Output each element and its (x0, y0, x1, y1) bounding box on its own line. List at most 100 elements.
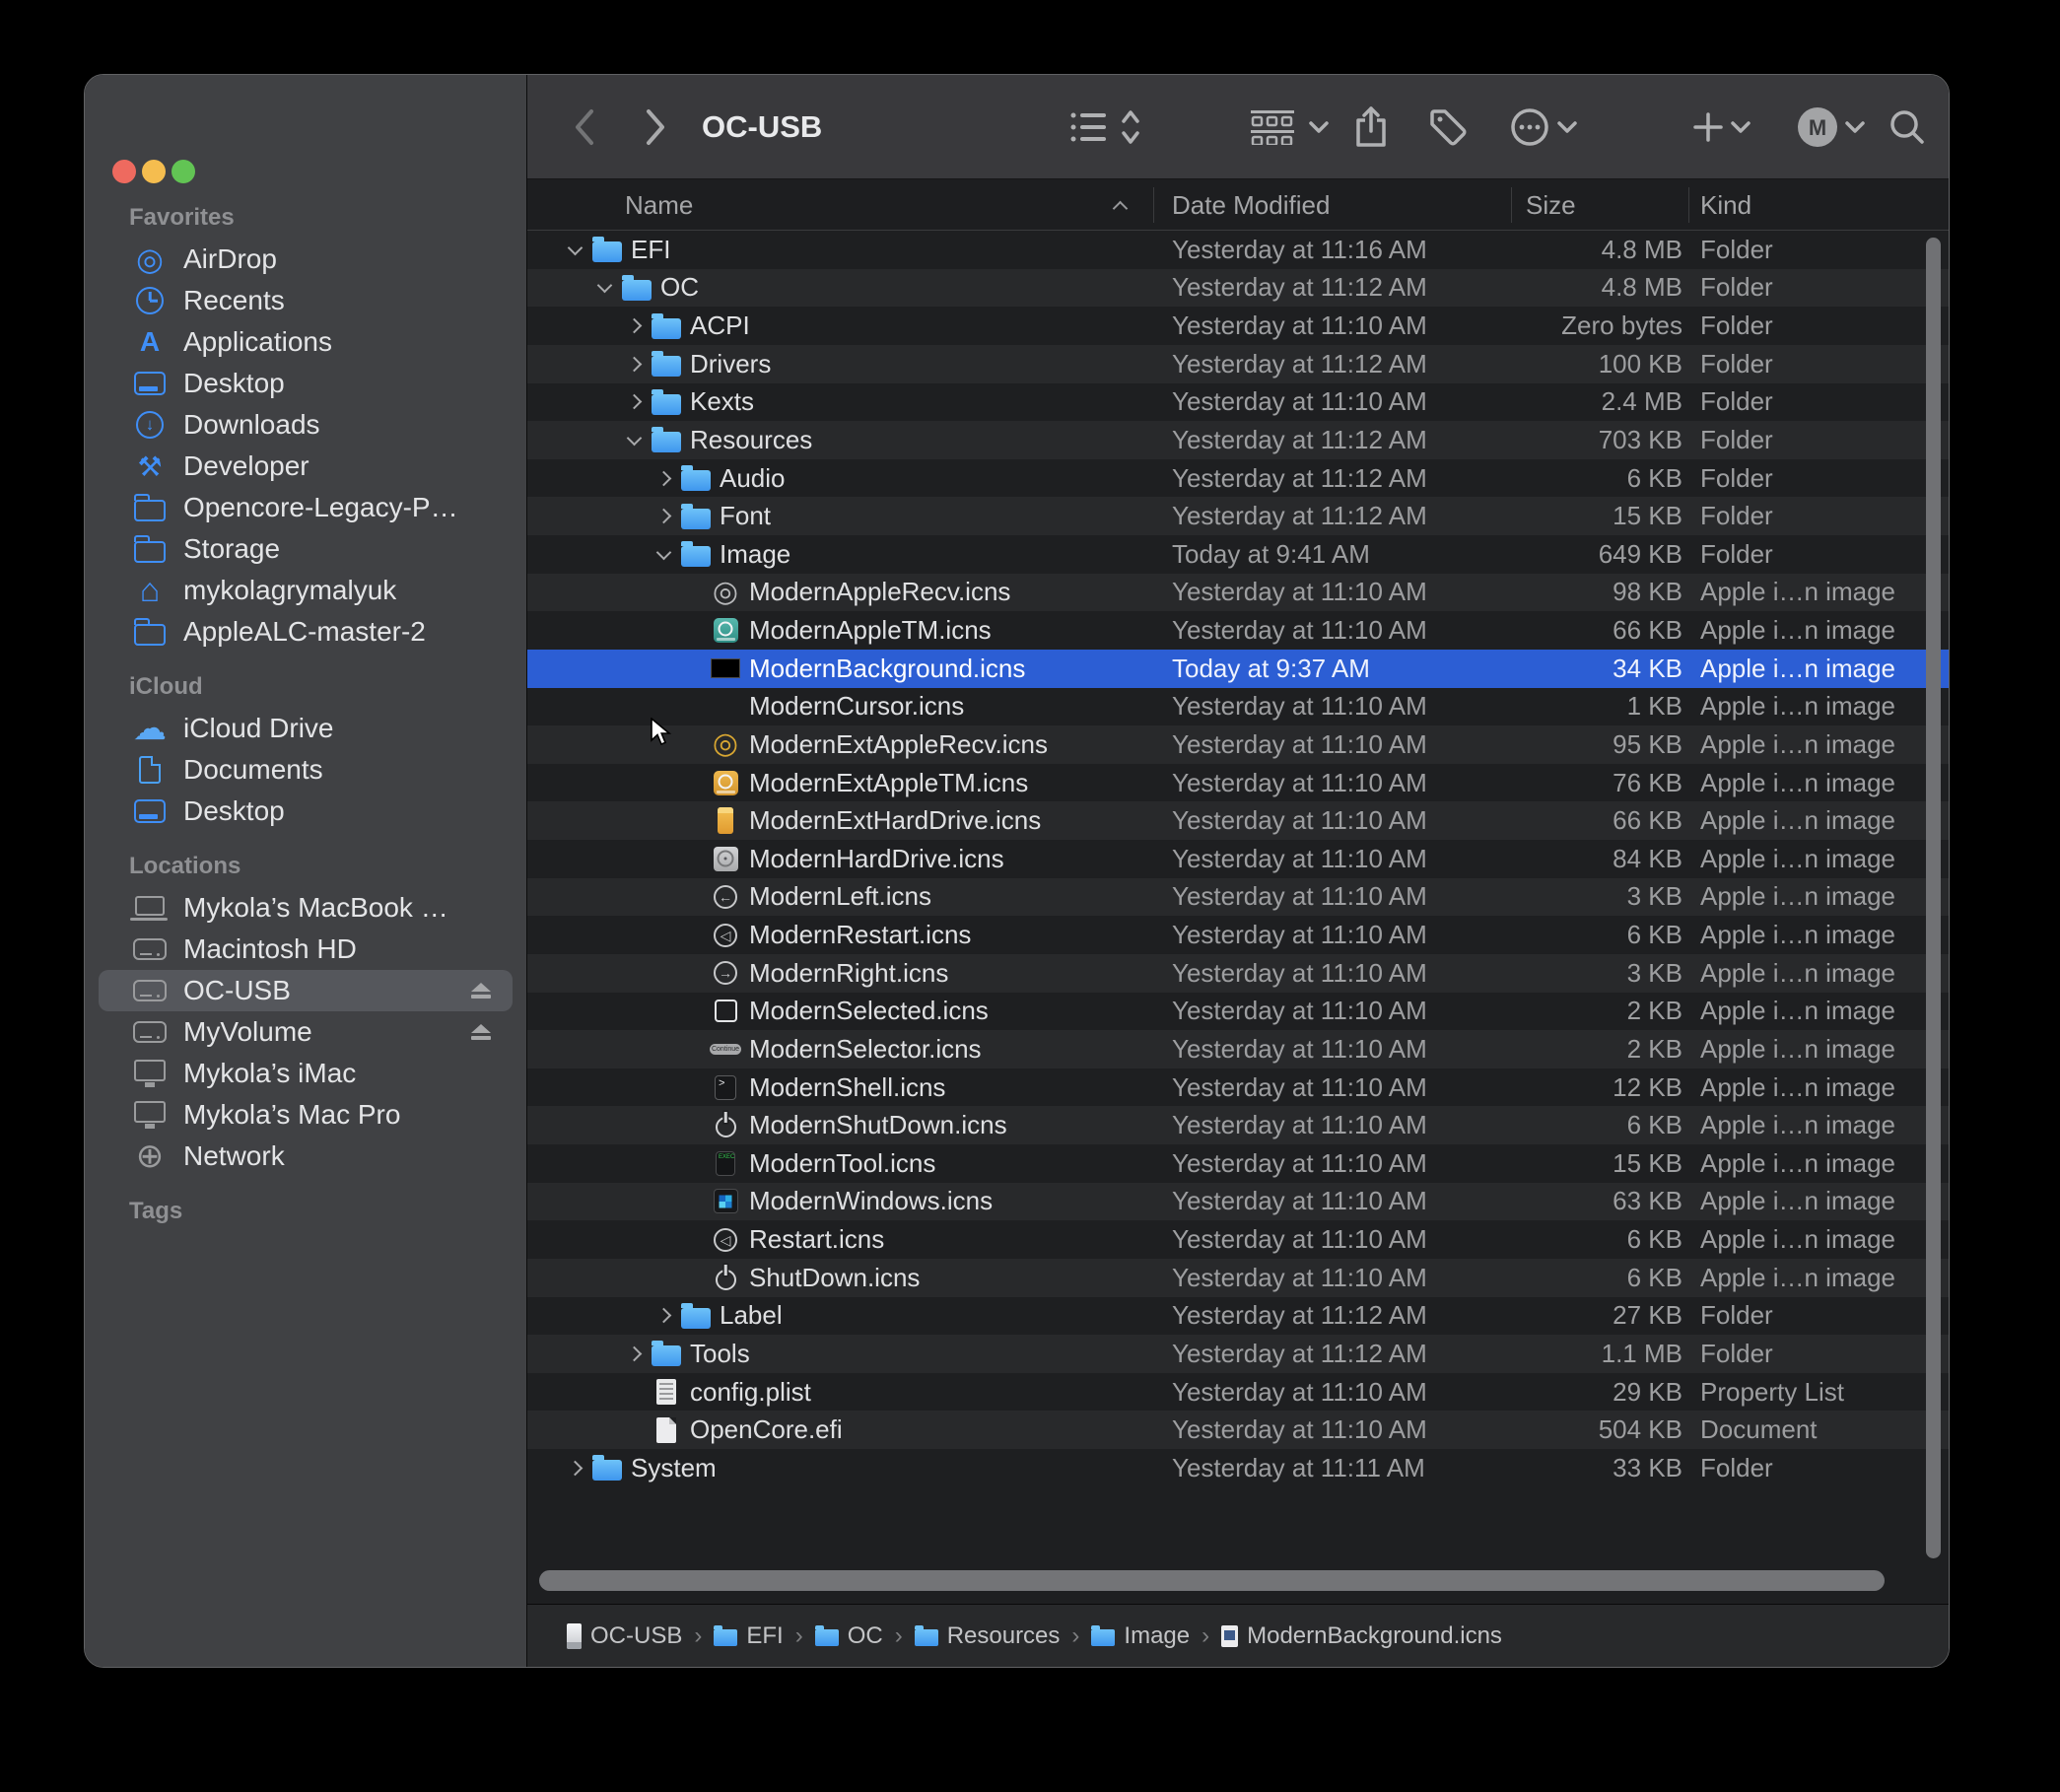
view-options-chevrons[interactable] (1119, 75, 1142, 179)
column-header-name[interactable]: Name (625, 179, 693, 231)
sidebar-item-recents[interactable]: Recents (99, 280, 513, 321)
eject-icon[interactable] (471, 983, 491, 999)
table-row-modernharddrive-icns[interactable]: ModernHardDrive.icnsYesterday at 11:10 A… (527, 840, 1949, 878)
back-button[interactable] (565, 75, 604, 179)
forward-button[interactable] (636, 75, 675, 179)
table-row-image[interactable]: ImageToday at 9:41 AM649 KBFolder (527, 535, 1949, 574)
disclosure-closed[interactable] (651, 473, 676, 484)
disclosure-closed[interactable] (621, 359, 647, 370)
group-button[interactable] (1247, 75, 1298, 179)
sidebar-item-downloads[interactable]: ↓Downloads (99, 404, 513, 446)
table-row-drivers[interactable]: DriversYesterday at 11:12 AM100 KBFolder (527, 345, 1949, 383)
sidebar-item-macintosh-hd[interactable]: Macintosh HD (99, 929, 513, 970)
sidebar-item-mykola-s-imac[interactable]: Mykola’s iMac (99, 1053, 513, 1094)
sidebar-item-storage[interactable]: Storage (99, 528, 513, 570)
table-row-modernselector-icns[interactable]: ContinueModernSelector.icnsYesterday at … (527, 1030, 1949, 1068)
table-row-modernapplerecv-icns[interactable]: ◎ModernAppleRecv.icnsYesterday at 11:10 … (527, 574, 1949, 612)
table-row-modernextapplerecv-icns[interactable]: ◎ModernExtAppleRecv.icnsYesterday at 11:… (527, 725, 1949, 764)
eject-icon[interactable] (471, 1024, 491, 1040)
table-row-oc[interactable]: OCYesterday at 11:12 AM4.8 MBFolder (527, 269, 1949, 308)
table-row-modernshutdown-icns[interactable]: ModernShutDown.icnsYesterday at 11:10 AM… (527, 1106, 1949, 1144)
table-row-opencore-efi[interactable]: OpenCore.efiYesterday at 11:10 AM504 KBD… (527, 1411, 1949, 1449)
disclosure-closed[interactable] (562, 1463, 587, 1474)
table-row-modernselected-icns[interactable]: ModernSelected.icnsYesterday at 11:10 AM… (527, 993, 1949, 1031)
table-row-modernbackground-icns[interactable]: ModernBackground.icnsToday at 9:37 AM34 … (527, 650, 1949, 688)
horizontal-scrollbar[interactable] (539, 1570, 1885, 1591)
disclosure-closed[interactable] (651, 511, 676, 521)
account-button[interactable]: M (1795, 75, 1840, 179)
column-header-kind[interactable]: Kind (1700, 179, 1751, 231)
sidebar-item-opencore-legacy-pat[interactable]: Opencore-Legacy-Pat… (99, 487, 513, 528)
table-row-moderntool-icns[interactable]: ModernTool.icnsYesterday at 11:10 AM15 K… (527, 1144, 1949, 1183)
column-separator[interactable] (1153, 187, 1154, 223)
more-chevron[interactable] (1554, 75, 1580, 179)
table-row-system[interactable]: SystemYesterday at 11:11 AM33 KBFolder (527, 1449, 1949, 1487)
search-button[interactable] (1886, 75, 1929, 179)
table-row-restart-icns[interactable]: ◁Restart.icnsYesterday at 11:10 AM6 KBAp… (527, 1220, 1949, 1259)
path-item-efi[interactable]: EFI (714, 1622, 783, 1650)
table-row-shutdown-icns[interactable]: ShutDown.icnsYesterday at 11:10 AM6 KBAp… (527, 1259, 1949, 1297)
sidebar-item-oc-usb[interactable]: OC-USB (99, 970, 513, 1011)
sidebar-item-network[interactable]: ⊕Network (99, 1136, 513, 1177)
sidebar-item-documents[interactable]: Documents (99, 749, 513, 791)
table-row-modernrestart-icns[interactable]: ◁ModernRestart.icnsYesterday at 11:10 AM… (527, 916, 1949, 954)
sidebar-item-desktop[interactable]: Desktop (99, 363, 513, 404)
disclosure-open[interactable] (591, 284, 617, 291)
path-item-image[interactable]: Image (1091, 1622, 1190, 1650)
sidebar-item-mykola-s-macbook-pro[interactable]: Mykola’s MacBook Pro (99, 887, 513, 929)
sidebar-item-applications[interactable]: AApplications (99, 321, 513, 363)
share-button[interactable] (1351, 75, 1391, 179)
column-separator[interactable] (1511, 187, 1512, 223)
table-row-modernleft-icns[interactable]: ←ModernLeft.icnsYesterday at 11:10 AM3 K… (527, 878, 1949, 917)
table-row-label[interactable]: LabelYesterday at 11:12 AM27 KBFolder (527, 1297, 1949, 1336)
sidebar-item-applealc-master-2[interactable]: AppleALC-master-2 (99, 611, 513, 653)
minimize-button[interactable] (142, 160, 166, 183)
column-header-date[interactable]: Date Modified (1172, 179, 1330, 231)
zoom-button[interactable] (172, 160, 195, 183)
disclosure-closed[interactable] (621, 396, 647, 407)
path-item-oc-usb[interactable]: OC-USB (567, 1622, 682, 1650)
table-row-modernappletm-icns[interactable]: ModernAppleTM.icnsYesterday at 11:10 AM6… (527, 611, 1949, 650)
path-item-resources[interactable]: Resources (915, 1622, 1061, 1650)
view-button[interactable] (1067, 75, 1111, 179)
table-row-kexts[interactable]: KextsYesterday at 11:10 AM2.4 MBFolder (527, 383, 1949, 422)
disclosure-closed[interactable] (651, 1310, 676, 1321)
group-chevron[interactable] (1306, 75, 1332, 179)
table-row-modernshell-icns[interactable]: ModernShell.icnsYesterday at 11:10 AM12 … (527, 1068, 1949, 1107)
disclosure-open[interactable] (651, 551, 676, 558)
table-row-audio[interactable]: AudioYesterday at 11:12 AM6 KBFolder (527, 459, 1949, 498)
sidebar-item-myvolume[interactable]: MyVolume (99, 1011, 513, 1053)
table-row-modernextharddrive-icns[interactable]: ModernExtHardDrive.icnsYesterday at 11:1… (527, 801, 1949, 840)
table-row-modernright-icns[interactable]: →ModernRight.icnsYesterday at 11:10 AM3 … (527, 954, 1949, 993)
add-chevron[interactable] (1728, 75, 1753, 179)
disclosure-open[interactable] (562, 246, 587, 253)
sidebar-item-airdrop[interactable]: ◎AirDrop (99, 239, 513, 280)
account-chevron[interactable] (1842, 75, 1868, 179)
disclosure-closed[interactable] (621, 320, 647, 331)
table-row-resources[interactable]: ResourcesYesterday at 11:12 AM703 KBFold… (527, 421, 1949, 459)
path-item-oc[interactable]: OC (815, 1622, 883, 1650)
table-row-tools[interactable]: ToolsYesterday at 11:12 AM1.1 MBFolder (527, 1335, 1949, 1373)
table-row-modernwindows-icns[interactable]: ModernWindows.icnsYesterday at 11:10 AM6… (527, 1183, 1949, 1221)
disclosure-open[interactable] (621, 437, 647, 444)
table-row-moderncursor-icns[interactable]: ModernCursor.icnsYesterday at 11:10 AM1 … (527, 688, 1949, 726)
table-row-efi[interactable]: EFIYesterday at 11:16 AM4.8 MBFolder (527, 231, 1949, 269)
sidebar-item-mykolagrymalyuk[interactable]: ⌂mykolagrymalyuk (99, 570, 513, 611)
sidebar-item-icloud-drive[interactable]: ☁iCloud Drive (99, 708, 513, 749)
table-row-modernextappletm-icns[interactable]: ModernExtAppleTM.icnsYesterday at 11:10 … (527, 764, 1949, 802)
table-row-acpi[interactable]: ACPIYesterday at 11:10 AMZero bytesFolde… (527, 307, 1949, 345)
sidebar-item-desktop[interactable]: Desktop (99, 791, 513, 832)
column-separator[interactable] (1688, 187, 1689, 223)
column-header-size[interactable]: Size (1526, 179, 1576, 231)
sidebar-item-developer[interactable]: ⚒Developer (99, 446, 513, 487)
table-row-font[interactable]: FontYesterday at 11:12 AM15 KBFolder (527, 497, 1949, 535)
more-button[interactable] (1508, 75, 1551, 179)
vertical-scrollbar[interactable] (1926, 238, 1941, 1558)
path-item-modernbackground-icns[interactable]: ModernBackground.icns (1221, 1622, 1502, 1650)
sidebar-item-mykola-s-mac-pro[interactable]: Mykola’s Mac Pro (99, 1094, 513, 1136)
add-button[interactable] (1690, 75, 1726, 179)
close-button[interactable] (112, 160, 136, 183)
tag-button[interactable] (1426, 75, 1470, 179)
table-row-config-plist[interactable]: config.plistYesterday at 11:10 AM29 KBPr… (527, 1373, 1949, 1412)
disclosure-closed[interactable] (621, 1348, 647, 1359)
